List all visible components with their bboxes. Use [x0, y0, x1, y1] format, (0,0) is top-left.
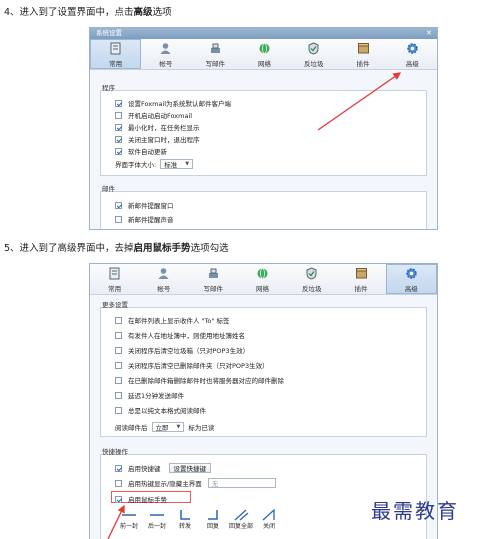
arrow-to-gesture-checkbox — [107, 504, 125, 539]
watermark: 最需教育 — [371, 499, 459, 523]
annotation-arrows — [107, 72, 402, 539]
arrow-to-advanced-tab — [317, 72, 402, 131]
